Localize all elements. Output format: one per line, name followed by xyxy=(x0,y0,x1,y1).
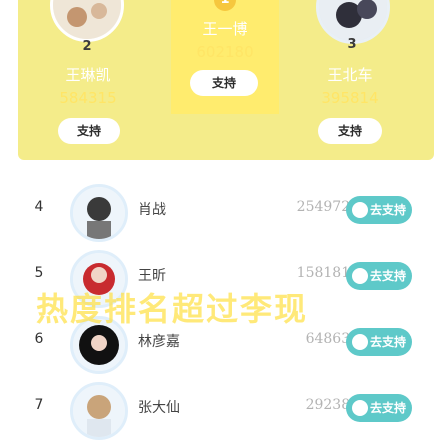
first-place-support-button[interactable]: 支持 xyxy=(190,70,258,96)
third-place-name: 王北车 xyxy=(327,66,373,84)
support-button[interactable]: 去支持 xyxy=(346,262,412,290)
ranking-podium: 2 王琳凯 584315 支持 1 王一博 602180 支持 3 王北车 39… xyxy=(18,0,434,160)
support-icon xyxy=(351,399,368,416)
vote-count-value: 29238 xyxy=(305,397,351,413)
second-place-rank: 2 xyxy=(82,39,92,54)
avatar[interactable] xyxy=(70,184,128,242)
support-icon xyxy=(351,333,368,350)
first-place-votes: 602180 xyxy=(196,43,254,61)
artist-name: 张大仙 xyxy=(138,400,180,416)
rank-number: 6 xyxy=(34,331,44,347)
rank-number: 5 xyxy=(34,265,44,281)
vote-count-value: 254972 xyxy=(296,199,351,215)
support-button-label: 去支持 xyxy=(369,269,406,283)
artist-name: 王昕 xyxy=(138,268,166,284)
support-button[interactable]: 去支持 xyxy=(346,328,412,356)
third-place-rank: 3 xyxy=(347,37,357,52)
headline-overlay: 热度排名超过李现 xyxy=(36,290,309,328)
second-place-name: 王琳凯 xyxy=(65,66,111,84)
avatar[interactable] xyxy=(70,382,128,440)
vote-count-value: 64863 xyxy=(305,331,351,347)
list-item: 4 肖战 254972♠ 去支持 xyxy=(26,177,434,243)
support-icon xyxy=(351,267,368,284)
second-place-support-button[interactable]: 支持 xyxy=(58,118,120,144)
third-place-votes: 395814 xyxy=(321,89,379,107)
third-place-support-button[interactable]: 支持 xyxy=(318,118,382,144)
list-item: 7 张大仙 29238♠ 去支持 xyxy=(26,375,434,441)
support-icon xyxy=(351,201,368,218)
support-button[interactable]: 去支持 xyxy=(346,394,412,422)
second-place-votes: 584315 xyxy=(59,89,117,107)
support-button-label: 去支持 xyxy=(369,335,406,349)
rank-number: 4 xyxy=(34,199,44,215)
artist-name: 肖战 xyxy=(138,202,166,218)
support-button-label: 去支持 xyxy=(369,401,406,415)
vote-count-value: 158181 xyxy=(296,265,351,281)
artist-name: 林彦嘉 xyxy=(138,334,180,350)
rank-number: 7 xyxy=(34,397,44,413)
support-button[interactable]: 去支持 xyxy=(346,196,412,224)
support-button-label: 去支持 xyxy=(369,203,406,217)
first-place-name: 王一博 xyxy=(202,20,248,38)
